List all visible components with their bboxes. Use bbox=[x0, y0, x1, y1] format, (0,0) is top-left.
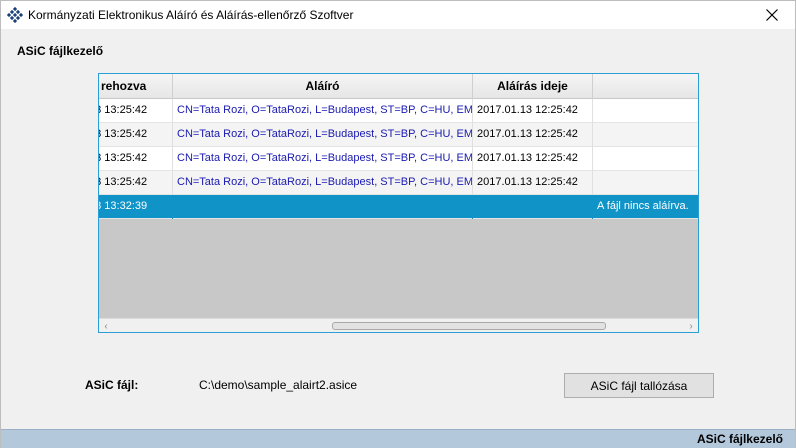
cell-signer: CN=Tata Rozi, O=TataRozi, L=Budapest, ST… bbox=[173, 99, 473, 123]
cell-signer: CN=Tata Rozi, O=TataRozi, L=Budapest, ST… bbox=[173, 171, 473, 195]
window-title: Kormányzati Elektronikus Aláíró és Aláír… bbox=[28, 8, 354, 22]
table-row-selected[interactable]: 13 13:32:39 A fájl nincs aláírva. bbox=[99, 195, 698, 219]
section-title: ASiC fájlkezelő bbox=[17, 44, 104, 58]
cell-signing-time: 2017.01.13 12:25:42 bbox=[473, 171, 593, 195]
cell-note bbox=[593, 171, 698, 195]
cell-note bbox=[593, 99, 698, 123]
cell-signing-time: 2017.01.13 12:25:42 bbox=[473, 123, 593, 147]
app-logo-icon bbox=[6, 6, 24, 24]
close-button[interactable] bbox=[749, 1, 795, 29]
cell-signing-time: 2017.01.13 12:25:42 bbox=[473, 99, 593, 123]
cell-note: A fájl nincs aláírva. bbox=[597, 200, 689, 212]
close-icon bbox=[766, 9, 778, 21]
main-window: Kormányzati Elektronikus Aláíró és Aláír… bbox=[0, 0, 796, 448]
column-header-created[interactable]: rehozva bbox=[99, 74, 173, 99]
cell-created: 13 13:32:39 bbox=[99, 195, 173, 219]
browse-asic-file-button[interactable]: ASiC fájl tallózása bbox=[564, 373, 714, 398]
chevron-right-icon[interactable]: › bbox=[684, 319, 698, 332]
status-bar: ASiC fájlkezelő bbox=[1, 429, 795, 448]
table-row[interactable]: 13 13:25:42 CN=Tata Rozi, O=TataRozi, L=… bbox=[99, 123, 698, 147]
cell-created: 13 13:25:42 bbox=[99, 147, 173, 171]
table-row[interactable]: 13 13:25:42 CN=Tata Rozi, O=TataRozi, L=… bbox=[99, 147, 698, 171]
cell-signing-time: 2017.01.13 12:25:42 bbox=[473, 147, 593, 171]
asic-file-label: ASiC fájl: bbox=[85, 378, 139, 392]
column-header-note[interactable] bbox=[593, 74, 698, 99]
cell-signer: CN=Tata Rozi, O=TataRozi, L=Budapest, ST… bbox=[173, 147, 473, 171]
asic-file-path: C:\demo\sample_alairt2.asice bbox=[199, 378, 358, 392]
column-header-signing-time[interactable]: Aláírás ideje bbox=[473, 74, 593, 99]
column-header-signer[interactable]: Aláíró bbox=[173, 74, 473, 99]
cell-created: 13 13:25:42 bbox=[99, 99, 173, 123]
horizontal-scrollbar[interactable]: ‹ › bbox=[99, 318, 698, 332]
cell-note bbox=[593, 147, 698, 171]
table-row[interactable]: 13 13:25:42 CN=Tata Rozi, O=TataRozi, L=… bbox=[99, 171, 698, 195]
cell-signer: CN=Tata Rozi, O=TataRozi, L=Budapest, ST… bbox=[173, 123, 473, 147]
table-row[interactable]: 13 13:25:42 CN=Tata Rozi, O=TataRozi, L=… bbox=[99, 99, 698, 123]
chevron-left-icon[interactable]: ‹ bbox=[99, 319, 113, 332]
cell-signing-time bbox=[473, 195, 593, 219]
title-bar: Kormányzati Elektronikus Aláíró és Aláír… bbox=[1, 1, 795, 29]
status-text: ASiC fájlkezelő bbox=[696, 432, 783, 446]
cell-note bbox=[593, 123, 698, 147]
cell-created: 13 13:25:42 bbox=[99, 171, 173, 195]
signatures-table[interactable]: rehozva Aláíró Aláírás ideje 13 13:25:42… bbox=[98, 73, 699, 333]
scrollbar-thumb[interactable] bbox=[332, 322, 606, 330]
table-header: rehozva Aláíró Aláírás ideje bbox=[99, 74, 698, 99]
cell-created: 13 13:25:42 bbox=[99, 123, 173, 147]
cell-signer bbox=[173, 195, 473, 219]
